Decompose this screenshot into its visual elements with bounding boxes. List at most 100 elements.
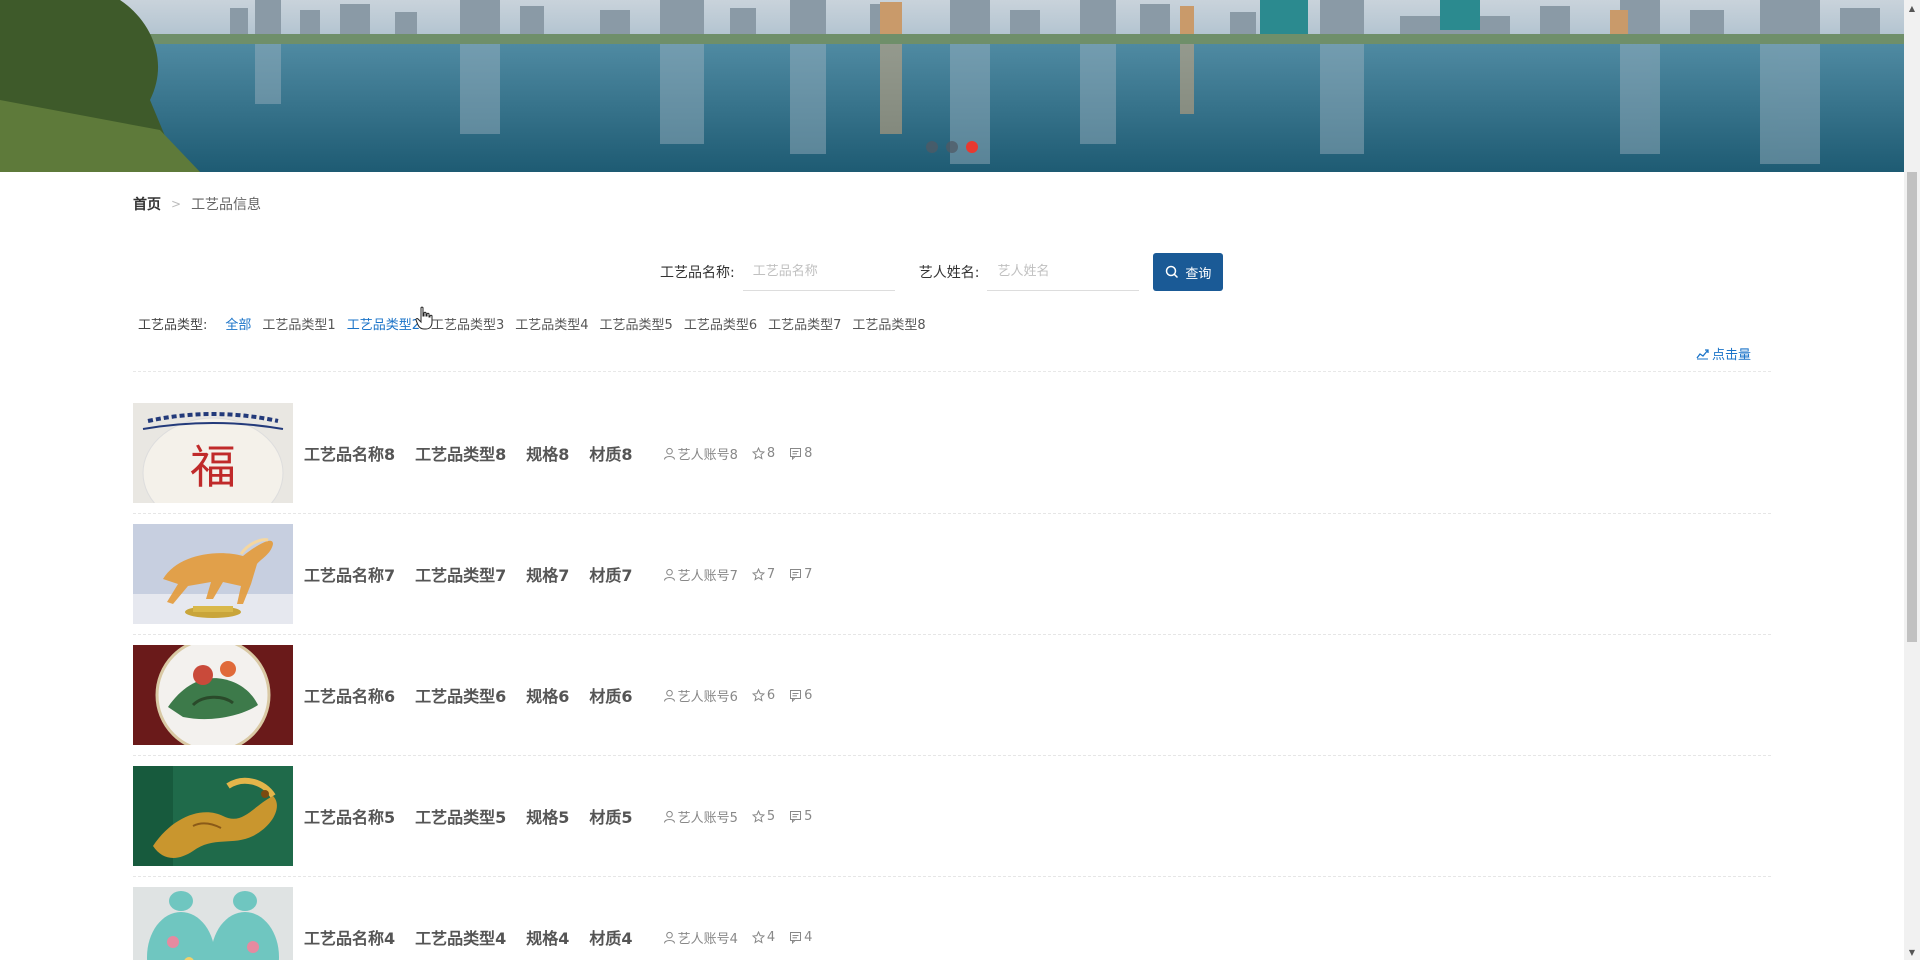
craft-meta: 艺人账号7 7 7 xyxy=(663,565,827,584)
hand-cursor-icon xyxy=(415,306,433,330)
artist-search-label: 艺人姓名: xyxy=(918,265,980,281)
favorite-count-text: 8 xyxy=(766,445,776,461)
artist-account: 艺人账号4 xyxy=(663,928,738,947)
artist-account-text: 艺人账号7 xyxy=(677,568,738,584)
category-item-7[interactable]: 工艺品类型7 xyxy=(768,314,841,333)
name-search-input[interactable] xyxy=(742,253,895,291)
artist-account: 艺人账号7 xyxy=(663,565,738,584)
artist-account: 艺人账号5 xyxy=(663,807,738,826)
page-scrollbar[interactable]: ▲ ▼ xyxy=(1904,0,1920,960)
favorite-count-text: 6 xyxy=(766,687,776,703)
craft-material: 材质4 xyxy=(589,929,633,948)
comment-count-text: 7 xyxy=(804,566,813,582)
svg-text:福: 福 xyxy=(190,440,236,494)
scroll-up-arrow-icon[interactable]: ▲ xyxy=(1904,0,1920,16)
user-icon xyxy=(663,447,675,460)
user-icon xyxy=(663,568,675,581)
user-icon xyxy=(663,810,675,823)
favorite-count: 5 xyxy=(751,809,775,824)
search-button[interactable]: 查询 xyxy=(1153,253,1224,291)
comment-count: 5 xyxy=(789,809,812,824)
star-icon xyxy=(751,446,765,460)
carousel-dot-1[interactable] xyxy=(926,141,938,153)
craft-list-item[interactable]: 福 工艺品名称8 工艺品类型8 规格8 材质8 艺人账号8 8 8 xyxy=(133,393,1771,514)
craft-meta: 艺人账号8 8 8 xyxy=(663,444,827,463)
craft-thumbnail[interactable]: 福 xyxy=(133,403,293,503)
carousel-dot-3[interactable] xyxy=(966,141,978,153)
craft-info: 工艺品名称4 工艺品类型4 规格4 材质4 艺人账号4 4 4 xyxy=(304,887,826,960)
craft-material: 材质6 xyxy=(589,687,633,706)
artist-account-text: 艺人账号8 xyxy=(677,447,738,463)
craft-list-item[interactable]: 工艺品名称6 工艺品类型6 规格6 材质6 艺人账号6 6 6 xyxy=(133,635,1771,756)
star-icon xyxy=(751,688,765,702)
craft-thumbnail[interactable] xyxy=(133,645,293,745)
favorite-count: 4 xyxy=(751,930,775,945)
category-filter: 工艺品类型: 全部 工艺品类型1 工艺品类型2 工艺品类型3 工艺品类型4 工艺品类型5 工… xyxy=(138,312,937,334)
craft-thumbnail[interactable] xyxy=(133,766,293,866)
craft-image xyxy=(133,524,293,624)
category-item-4[interactable]: 工艺品类型4 xyxy=(515,314,588,333)
star-icon xyxy=(751,567,765,581)
favorite-count: 6 xyxy=(751,687,776,703)
craft-image xyxy=(133,766,293,866)
list-divider xyxy=(133,371,1771,372)
craft-type: 工艺品类型5 xyxy=(415,808,507,827)
craft-image: 福 xyxy=(133,403,293,503)
search-icon xyxy=(1166,265,1179,279)
artist-account-text: 艺人账号4 xyxy=(677,931,738,947)
banner-carousel[interactable] xyxy=(0,0,1904,172)
craft-type: 工艺品类型6 xyxy=(415,687,507,706)
craft-info: 工艺品名称5 工艺品类型5 规格5 材质5 艺人账号5 5 5 xyxy=(304,766,826,866)
craft-thumbnail[interactable] xyxy=(133,524,293,624)
comment-count: 4 xyxy=(789,930,812,945)
craft-meta: 艺人账号4 4 4 xyxy=(663,928,827,947)
artist-search-input[interactable] xyxy=(987,253,1140,291)
comment-count-text: 8 xyxy=(804,445,813,461)
category-item-6[interactable]: 工艺品类型6 xyxy=(684,314,757,333)
scrollbar-thumb[interactable] xyxy=(1907,172,1917,642)
sort-by-clicks-link[interactable]: 点击量 xyxy=(1696,344,1751,363)
comment-count: 6 xyxy=(789,688,812,703)
craft-type: 工艺品类型8 xyxy=(415,445,507,464)
carousel-dot-2[interactable] xyxy=(946,141,958,153)
craft-list: 福 工艺品名称8 工艺品类型8 规格8 材质8 艺人账号8 8 8 工艺品名称7… xyxy=(133,393,1771,960)
search-form: 工艺品名称: 艺人姓名: 查询 xyxy=(660,252,1224,292)
craft-image xyxy=(133,887,293,960)
favorite-count-text: 7 xyxy=(766,566,776,582)
craft-name: 工艺品名称7 xyxy=(304,566,396,585)
craft-meta: 艺人账号6 6 6 xyxy=(663,686,827,705)
craft-spec: 规格7 xyxy=(526,566,570,585)
favorite-count: 8 xyxy=(751,445,776,461)
craft-image xyxy=(133,645,293,745)
carousel-indicators xyxy=(926,140,978,154)
breadcrumb-home-link[interactable]: 首页 xyxy=(133,194,161,214)
search-button-label: 查询 xyxy=(1185,266,1212,282)
craft-spec: 规格8 xyxy=(526,445,570,464)
comment-count: 7 xyxy=(789,567,812,582)
sort-by-clicks-label: 点击量 xyxy=(1712,348,1752,363)
craft-name: 工艺品名称5 xyxy=(304,808,396,827)
craft-spec: 规格5 xyxy=(526,808,570,827)
craft-thumbnail[interactable] xyxy=(133,887,293,960)
craft-info: 工艺品名称8 工艺品类型8 规格8 材质8 艺人账号8 8 8 xyxy=(304,403,826,503)
category-filter-label: 工艺品类型: xyxy=(138,317,208,333)
craft-list-item[interactable]: 工艺品名称4 工艺品类型4 规格4 材质4 艺人账号4 4 4 xyxy=(133,877,1771,960)
category-item-3[interactable]: 工艺品类型3 xyxy=(431,314,504,333)
category-item-5[interactable]: 工艺品类型5 xyxy=(600,314,673,333)
category-item-2[interactable]: 工艺品类型2 xyxy=(347,314,420,333)
category-item-1[interactable]: 工艺品类型1 xyxy=(262,314,335,333)
category-all[interactable]: 全部 xyxy=(225,314,251,333)
artist-account-text: 艺人账号5 xyxy=(677,810,738,826)
artist-account: 艺人账号6 xyxy=(663,686,738,705)
craft-material: 材质5 xyxy=(589,808,633,827)
category-item-8[interactable]: 工艺品类型8 xyxy=(852,314,925,333)
craft-list-item[interactable]: 工艺品名称5 工艺品类型5 规格5 材质5 艺人账号5 5 5 xyxy=(133,756,1771,877)
craft-name: 工艺品名称6 xyxy=(304,687,396,706)
artist-account-text: 艺人账号6 xyxy=(677,689,738,705)
breadcrumb-separator: > xyxy=(171,197,182,211)
artist-account: 艺人账号8 xyxy=(663,444,738,463)
craft-list-item[interactable]: 工艺品名称7 工艺品类型7 规格7 材质7 艺人账号7 7 7 xyxy=(133,514,1771,635)
craft-type: 工艺品类型7 xyxy=(415,566,507,585)
scroll-down-arrow-icon[interactable]: ▼ xyxy=(1904,944,1920,960)
comment-icon xyxy=(790,689,802,702)
